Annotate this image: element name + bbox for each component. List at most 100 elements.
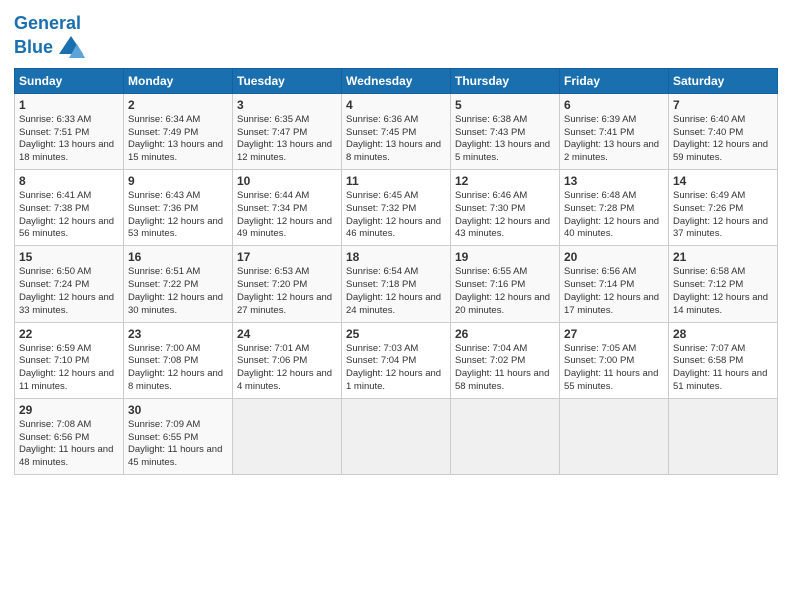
header: General Blue	[14, 10, 778, 62]
day-info: Sunrise: 6:43 AM Sunset: 7:36 PM Dayligh…	[128, 190, 228, 241]
day-number: 21	[673, 250, 773, 264]
day-number: 24	[237, 327, 337, 341]
calendar-cell: 2 Sunrise: 6:34 AM Sunset: 7:49 PM Dayli…	[124, 93, 233, 169]
day-number: 4	[346, 98, 446, 112]
day-info: Sunrise: 6:33 AM Sunset: 7:51 PM Dayligh…	[19, 114, 119, 165]
day-info: Sunrise: 6:53 AM Sunset: 7:20 PM Dayligh…	[237, 266, 337, 317]
col-header-saturday: Saturday	[669, 68, 778, 93]
day-info: Sunrise: 6:59 AM Sunset: 7:10 PM Dayligh…	[19, 343, 119, 394]
day-number: 9	[128, 174, 228, 188]
week-row-4: 22 Sunrise: 6:59 AM Sunset: 7:10 PM Dayl…	[15, 322, 778, 398]
calendar-cell: 16 Sunrise: 6:51 AM Sunset: 7:22 PM Dayl…	[124, 246, 233, 322]
day-info: Sunrise: 6:40 AM Sunset: 7:40 PM Dayligh…	[673, 114, 773, 165]
day-info: Sunrise: 6:48 AM Sunset: 7:28 PM Dayligh…	[564, 190, 664, 241]
calendar-cell: 9 Sunrise: 6:43 AM Sunset: 7:36 PM Dayli…	[124, 170, 233, 246]
logo-general: General	[14, 13, 81, 33]
calendar-cell: 27 Sunrise: 7:05 AM Sunset: 7:00 PM Dayl…	[560, 322, 669, 398]
calendar-cell: 23 Sunrise: 7:00 AM Sunset: 7:08 PM Dayl…	[124, 322, 233, 398]
day-number: 16	[128, 250, 228, 264]
calendar-cell: 8 Sunrise: 6:41 AM Sunset: 7:38 PM Dayli…	[15, 170, 124, 246]
day-number: 18	[346, 250, 446, 264]
calendar-cell: 6 Sunrise: 6:39 AM Sunset: 7:41 PM Dayli…	[560, 93, 669, 169]
day-number: 17	[237, 250, 337, 264]
day-number: 10	[237, 174, 337, 188]
calendar-cell	[451, 398, 560, 474]
week-row-1: 1 Sunrise: 6:33 AM Sunset: 7:51 PM Dayli…	[15, 93, 778, 169]
calendar-cell: 1 Sunrise: 6:33 AM Sunset: 7:51 PM Dayli…	[15, 93, 124, 169]
calendar-cell	[233, 398, 342, 474]
calendar-cell: 19 Sunrise: 6:55 AM Sunset: 7:16 PM Dayl…	[451, 246, 560, 322]
col-header-thursday: Thursday	[451, 68, 560, 93]
day-number: 3	[237, 98, 337, 112]
calendar-cell: 13 Sunrise: 6:48 AM Sunset: 7:28 PM Dayl…	[560, 170, 669, 246]
calendar-cell: 21 Sunrise: 6:58 AM Sunset: 7:12 PM Dayl…	[669, 246, 778, 322]
calendar-cell: 18 Sunrise: 6:54 AM Sunset: 7:18 PM Dayl…	[342, 246, 451, 322]
day-info: Sunrise: 7:08 AM Sunset: 6:56 PM Dayligh…	[19, 419, 119, 470]
day-number: 1	[19, 98, 119, 112]
day-info: Sunrise: 6:50 AM Sunset: 7:24 PM Dayligh…	[19, 266, 119, 317]
day-info: Sunrise: 6:35 AM Sunset: 7:47 PM Dayligh…	[237, 114, 337, 165]
day-number: 5	[455, 98, 555, 112]
logo-blue: Blue	[14, 38, 53, 58]
day-number: 19	[455, 250, 555, 264]
calendar-cell: 29 Sunrise: 7:08 AM Sunset: 6:56 PM Dayl…	[15, 398, 124, 474]
calendar-cell: 24 Sunrise: 7:01 AM Sunset: 7:06 PM Dayl…	[233, 322, 342, 398]
day-info: Sunrise: 6:51 AM Sunset: 7:22 PM Dayligh…	[128, 266, 228, 317]
calendar-cell: 11 Sunrise: 6:45 AM Sunset: 7:32 PM Dayl…	[342, 170, 451, 246]
col-header-friday: Friday	[560, 68, 669, 93]
calendar-cell: 26 Sunrise: 7:04 AM Sunset: 7:02 PM Dayl…	[451, 322, 560, 398]
day-number: 25	[346, 327, 446, 341]
calendar-cell: 15 Sunrise: 6:50 AM Sunset: 7:24 PM Dayl…	[15, 246, 124, 322]
day-info: Sunrise: 7:09 AM Sunset: 6:55 PM Dayligh…	[128, 419, 228, 470]
calendar-table: SundayMondayTuesdayWednesdayThursdayFrid…	[14, 68, 778, 475]
day-number: 30	[128, 403, 228, 417]
calendar-cell	[669, 398, 778, 474]
day-number: 27	[564, 327, 664, 341]
day-info: Sunrise: 6:45 AM Sunset: 7:32 PM Dayligh…	[346, 190, 446, 241]
calendar-cell: 17 Sunrise: 6:53 AM Sunset: 7:20 PM Dayl…	[233, 246, 342, 322]
main-container: General Blue SundayMondayTuesdayWednesda…	[0, 0, 792, 483]
calendar-cell: 30 Sunrise: 7:09 AM Sunset: 6:55 PM Dayl…	[124, 398, 233, 474]
day-number: 6	[564, 98, 664, 112]
col-header-tuesday: Tuesday	[233, 68, 342, 93]
week-row-3: 15 Sunrise: 6:50 AM Sunset: 7:24 PM Dayl…	[15, 246, 778, 322]
logo: General Blue	[14, 14, 85, 62]
day-info: Sunrise: 7:05 AM Sunset: 7:00 PM Dayligh…	[564, 343, 664, 394]
day-number: 8	[19, 174, 119, 188]
calendar-cell: 28 Sunrise: 7:07 AM Sunset: 6:58 PM Dayl…	[669, 322, 778, 398]
day-info: Sunrise: 6:46 AM Sunset: 7:30 PM Dayligh…	[455, 190, 555, 241]
day-number: 20	[564, 250, 664, 264]
week-row-2: 8 Sunrise: 6:41 AM Sunset: 7:38 PM Dayli…	[15, 170, 778, 246]
day-number: 23	[128, 327, 228, 341]
calendar-cell: 22 Sunrise: 6:59 AM Sunset: 7:10 PM Dayl…	[15, 322, 124, 398]
day-info: Sunrise: 7:01 AM Sunset: 7:06 PM Dayligh…	[237, 343, 337, 394]
day-number: 12	[455, 174, 555, 188]
day-number: 15	[19, 250, 119, 264]
day-number: 13	[564, 174, 664, 188]
day-number: 14	[673, 174, 773, 188]
calendar-cell: 7 Sunrise: 6:40 AM Sunset: 7:40 PM Dayli…	[669, 93, 778, 169]
calendar-cell: 20 Sunrise: 6:56 AM Sunset: 7:14 PM Dayl…	[560, 246, 669, 322]
day-number: 29	[19, 403, 119, 417]
calendar-cell: 14 Sunrise: 6:49 AM Sunset: 7:26 PM Dayl…	[669, 170, 778, 246]
day-number: 26	[455, 327, 555, 341]
calendar-cell: 12 Sunrise: 6:46 AM Sunset: 7:30 PM Dayl…	[451, 170, 560, 246]
day-number: 22	[19, 327, 119, 341]
day-info: Sunrise: 6:54 AM Sunset: 7:18 PM Dayligh…	[346, 266, 446, 317]
calendar-cell: 25 Sunrise: 7:03 AM Sunset: 7:04 PM Dayl…	[342, 322, 451, 398]
day-info: Sunrise: 7:03 AM Sunset: 7:04 PM Dayligh…	[346, 343, 446, 394]
day-info: Sunrise: 6:58 AM Sunset: 7:12 PM Dayligh…	[673, 266, 773, 317]
calendar-cell	[560, 398, 669, 474]
week-row-5: 29 Sunrise: 7:08 AM Sunset: 6:56 PM Dayl…	[15, 398, 778, 474]
day-info: Sunrise: 6:49 AM Sunset: 7:26 PM Dayligh…	[673, 190, 773, 241]
day-info: Sunrise: 6:55 AM Sunset: 7:16 PM Dayligh…	[455, 266, 555, 317]
calendar-cell: 10 Sunrise: 6:44 AM Sunset: 7:34 PM Dayl…	[233, 170, 342, 246]
calendar-cell: 3 Sunrise: 6:35 AM Sunset: 7:47 PM Dayli…	[233, 93, 342, 169]
day-info: Sunrise: 7:04 AM Sunset: 7:02 PM Dayligh…	[455, 343, 555, 394]
logo-icon	[57, 34, 85, 62]
day-number: 7	[673, 98, 773, 112]
day-info: Sunrise: 6:39 AM Sunset: 7:41 PM Dayligh…	[564, 114, 664, 165]
calendar-cell: 5 Sunrise: 6:38 AM Sunset: 7:43 PM Dayli…	[451, 93, 560, 169]
day-info: Sunrise: 7:00 AM Sunset: 7:08 PM Dayligh…	[128, 343, 228, 394]
calendar-cell	[342, 398, 451, 474]
